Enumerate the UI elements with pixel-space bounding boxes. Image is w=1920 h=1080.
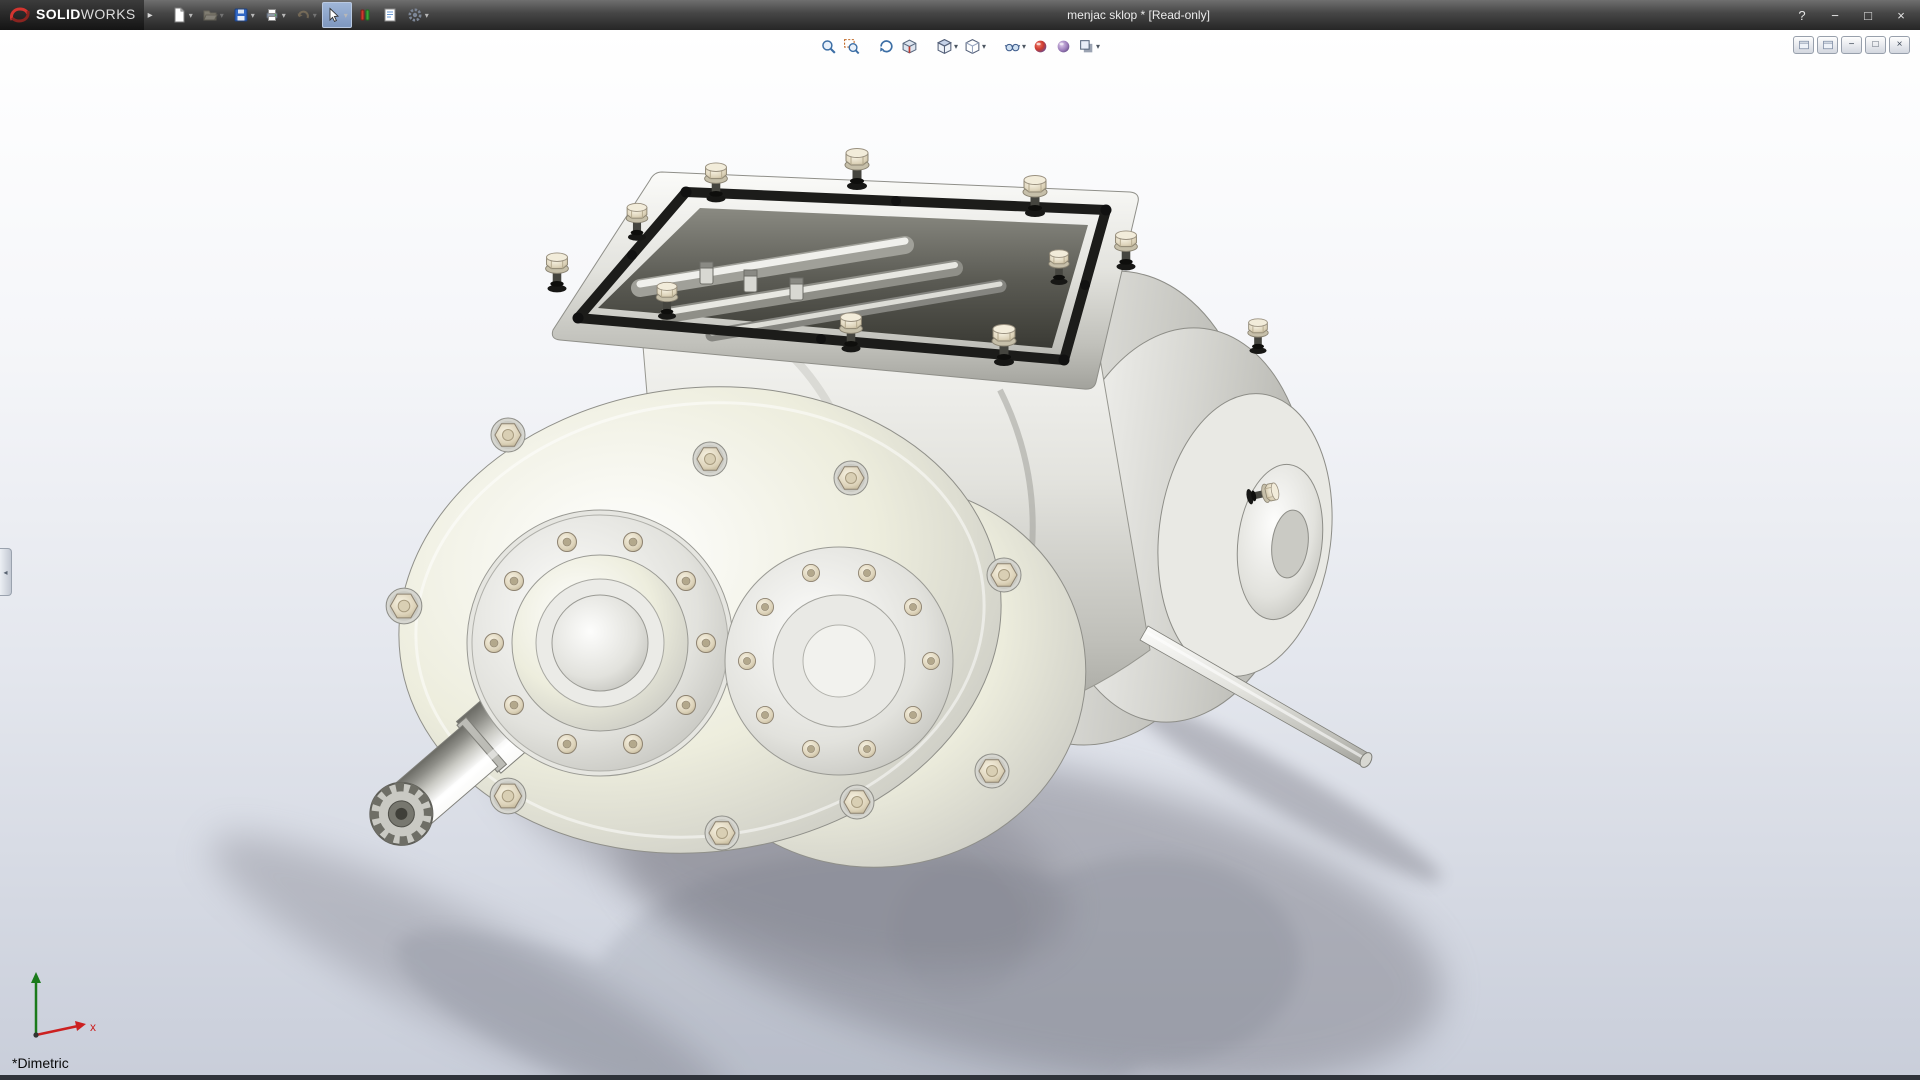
quick-access-toolbar: ▾ ▾ ▾ ▾ ▾ ▾ ▾: [167, 2, 433, 28]
save-button[interactable]: ▾: [229, 2, 259, 28]
solidworks-window: SOLIDWORKS ▸ ▾ ▾ ▾ ▾ ▾ ▾ ▾ menjac sklop * [Rea…: [0, 0, 1920, 1080]
view-orientation-label: *Dimetric: [12, 1055, 69, 1071]
model-3d-view[interactable]: [0, 30, 1920, 1075]
window-title: menjac sklop * [Read-only]: [1067, 8, 1210, 22]
new-document-icon: [171, 7, 187, 23]
triad-y-arrow: [31, 972, 41, 983]
xpress-products-button[interactable]: [353, 2, 377, 28]
hide-show-items-button[interactable]: ▾: [1002, 36, 1028, 57]
doc-minimize-button-glyph: −: [1849, 40, 1855, 50]
previous-view-icon: [878, 38, 895, 55]
dassault-systemes-logo-icon: [8, 6, 32, 24]
zoom-to-fit-button[interactable]: [818, 36, 839, 57]
open-button[interactable]: ▾: [198, 2, 228, 28]
print-icon: [264, 7, 280, 23]
viewport-pane-button-1-icon: [1798, 39, 1810, 51]
triad-x-arrow: [75, 1021, 86, 1031]
xpress-products-icon: [357, 7, 373, 23]
solidworks-logo: SOLIDWORKS: [0, 0, 144, 30]
view-orientation-icon: [936, 38, 953, 55]
hide-show-items-icon: [1004, 38, 1021, 55]
logo-text-works: WORKS: [81, 6, 136, 22]
doc-close-button-glyph: ×: [1897, 40, 1903, 50]
viewport-pane-button-2-icon: [1822, 39, 1834, 51]
zoom-to-area-icon: [843, 38, 860, 55]
close-button-glyph: ×: [1897, 8, 1905, 23]
heads-up-view-toolbar: ▾ ▾ ▾ ▾: [818, 36, 1102, 57]
print-button[interactable]: ▾: [260, 2, 290, 28]
edit-appearance-icon: [1032, 38, 1049, 55]
doc-minimize-button[interactable]: −: [1841, 36, 1862, 54]
floor-reflection: [375, 850, 1300, 1075]
dropdown-arrow-icon[interactable]: ▾: [1096, 42, 1100, 51]
view-orientation-button[interactable]: ▾: [934, 36, 960, 57]
display-style-button[interactable]: ▾: [962, 36, 988, 57]
dropdown-arrow-icon[interactable]: ▾: [220, 11, 224, 20]
top-cover: [546, 149, 1139, 390]
titlebar: SOLIDWORKS ▸ ▾ ▾ ▾ ▾ ▾ ▾ ▾ menjac sklop * [Rea…: [0, 0, 1920, 30]
window-controls: ? − □ ×: [1793, 0, 1910, 30]
options-button[interactable]: ▾: [403, 2, 433, 28]
dropdown-arrow-icon[interactable]: ▾: [954, 42, 958, 51]
select-button[interactable]: ▾: [322, 2, 352, 28]
section-view-icon: [901, 38, 918, 55]
dropdown-arrow-icon[interactable]: ▾: [425, 11, 429, 20]
graphics-area[interactable]: ▾ ▾ ▾ ▾ − □ × x *Dimetric: [0, 30, 1920, 1075]
help-button[interactable]: ?: [1793, 8, 1811, 23]
dropdown-arrow-icon[interactable]: ▾: [282, 11, 286, 20]
previous-view-button[interactable]: [876, 36, 897, 57]
file-properties-button[interactable]: [378, 2, 402, 28]
menu-expand-arrow[interactable]: ▸: [148, 10, 153, 21]
taskbar-edge: [0, 1075, 1920, 1080]
file-properties-icon: [382, 7, 398, 23]
zoom-to-fit-icon: [820, 38, 837, 55]
doc-restore-button[interactable]: □: [1865, 36, 1886, 54]
dropdown-arrow-icon[interactable]: ▾: [251, 11, 255, 20]
help-button-glyph: ?: [1798, 8, 1805, 23]
close-button[interactable]: ×: [1892, 8, 1910, 23]
save-icon: [233, 7, 249, 23]
maximize-button[interactable]: □: [1859, 8, 1877, 23]
section-view-button[interactable]: [899, 36, 920, 57]
edit-appearance-button[interactable]: [1030, 36, 1051, 57]
open-icon: [202, 7, 218, 23]
viewport-pane-button-1[interactable]: [1793, 36, 1814, 54]
minimize-button-glyph: −: [1831, 8, 1839, 23]
minimize-button[interactable]: −: [1826, 8, 1844, 23]
logo-text-solid: SOLID: [36, 6, 81, 22]
panel-collapse-tab[interactable]: [0, 548, 12, 596]
viewport-pane-button-2[interactable]: [1817, 36, 1838, 54]
dropdown-arrow-icon[interactable]: ▾: [189, 11, 193, 20]
left-flange: [467, 510, 733, 776]
apply-scene-icon: [1055, 38, 1072, 55]
options-icon: [407, 7, 423, 23]
undo-button[interactable]: ▾: [291, 2, 321, 28]
document-window-controls: − □ ×: [1793, 36, 1910, 54]
undo-icon: [295, 7, 311, 23]
doc-close-button[interactable]: ×: [1889, 36, 1910, 54]
display-style-icon: [964, 38, 981, 55]
doc-restore-button-glyph: □: [1872, 40, 1878, 50]
apply-scene-button[interactable]: [1053, 36, 1074, 57]
dropdown-arrow-icon[interactable]: ▾: [1022, 42, 1026, 51]
orientation-triad: x: [20, 963, 112, 1049]
zoom-to-area-button[interactable]: [841, 36, 862, 57]
triad-x-label: x: [90, 1020, 96, 1034]
view-settings-button[interactable]: ▾: [1076, 36, 1102, 57]
maximize-button-glyph: □: [1864, 8, 1872, 23]
dropdown-arrow-icon[interactable]: ▾: [313, 11, 317, 20]
select-icon: [326, 7, 342, 23]
dropdown-arrow-icon[interactable]: ▾: [982, 42, 986, 51]
right-flange: [725, 547, 953, 775]
view-settings-icon: [1078, 38, 1095, 55]
dropdown-arrow-icon[interactable]: ▾: [344, 11, 348, 20]
new-document-button[interactable]: ▾: [167, 2, 197, 28]
